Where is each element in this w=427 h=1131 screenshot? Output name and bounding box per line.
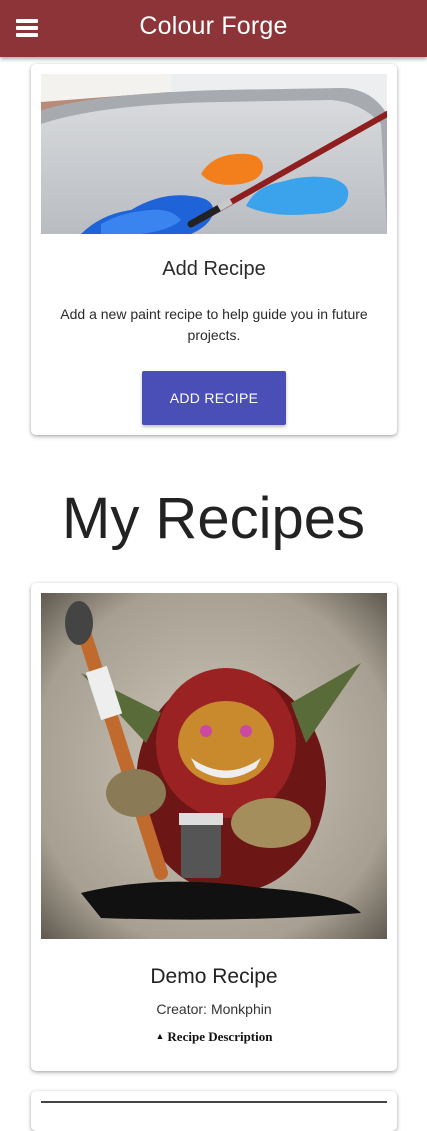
paint-palette-image [41,74,387,234]
my-recipes-heading: My Recipes [62,486,365,551]
app-header: Colour Forge [0,0,427,57]
creator-label: Creator: [156,1001,207,1017]
creator-name: Monkphin [210,1001,272,1017]
caret-up-icon: ▲ [155,1031,165,1041]
recipe-creator: Creator: Monkphin [31,1001,397,1017]
recipe-card[interactable]: Demo Recipe Creator: Monkphin ▲ Recipe Des… [31,583,397,1071]
app-title: Colour Forge [139,12,288,40]
recipe-description-toggle[interactable]: ▲ Recipe Description [31,1029,397,1045]
recipe-description-label: Recipe Description [167,1029,273,1044]
add-recipe-description: Add a new paint recipe to help guide you… [60,306,368,343]
add-recipe-title: Add Recipe [162,258,266,280]
recipe-title: Demo Recipe [150,965,278,988]
add-recipe-card: Add Recipe Add a new paint recipe to hel… [31,64,397,435]
goblin-painter-image [41,593,387,939]
recipe-card-next[interactable] [31,1091,397,1131]
add-recipe-button[interactable]: ADD RECIPE [142,371,286,425]
